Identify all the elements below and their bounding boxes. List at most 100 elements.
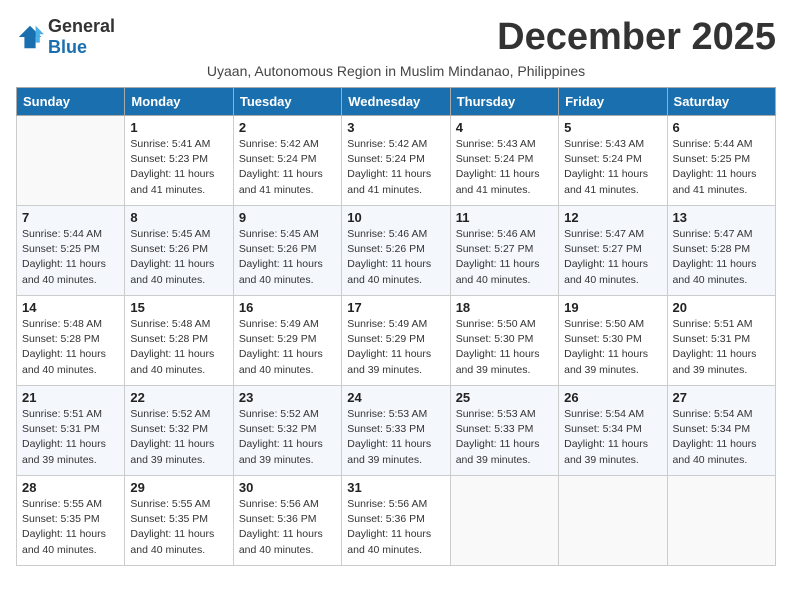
calendar-cell: 1 Sunrise: 5:41 AMSunset: 5:23 PMDaylight…	[125, 116, 233, 206]
calendar-week-4: 21 Sunrise: 5:51 AMSunset: 5:31 PMDayligh…	[17, 386, 776, 476]
day-number: 25	[456, 390, 553, 405]
day-info: Sunrise: 5:55 AMSunset: 5:35 PMDaylight:…	[130, 497, 227, 558]
day-info: Sunrise: 5:52 AMSunset: 5:32 PMDaylight:…	[239, 407, 336, 468]
calendar-cell: 3 Sunrise: 5:42 AMSunset: 5:24 PMDaylight…	[342, 116, 450, 206]
day-info: Sunrise: 5:41 AMSunset: 5:23 PMDaylight:…	[130, 137, 227, 198]
day-number: 27	[673, 390, 770, 405]
logo-general: General	[48, 16, 115, 36]
calendar-week-5: 28 Sunrise: 5:55 AMSunset: 5:35 PMDayligh…	[17, 476, 776, 566]
day-number: 17	[347, 300, 444, 315]
calendar-cell: 19Sunrise: 5:50 AMSunset: 5:30 PMDayligh…	[559, 296, 667, 386]
calendar-cell: 21 Sunrise: 5:51 AMSunset: 5:31 PMDayligh…	[17, 386, 125, 476]
calendar-cell: 4Sunrise: 5:43 AMSunset: 5:24 PMDaylight…	[450, 116, 558, 206]
calendar-cell: 26 Sunrise: 5:54 AMSunset: 5:34 PMDayligh…	[559, 386, 667, 476]
day-info: Sunrise: 5:42 AMSunset: 5:24 PMDaylight:…	[239, 137, 336, 198]
header-saturday: Saturday	[667, 88, 775, 116]
calendar-cell: 28 Sunrise: 5:55 AMSunset: 5:35 PMDayligh…	[17, 476, 125, 566]
day-number: 13	[673, 210, 770, 225]
day-info: Sunrise: 5:47 AMSunset: 5:27 PMDaylight:…	[564, 227, 661, 288]
day-info: Sunrise: 5:56 AMSunset: 5:36 PMDaylight:…	[347, 497, 444, 558]
day-number: 1	[130, 120, 227, 135]
day-info: Sunrise: 5:49 AMSunset: 5:29 PMDaylight:…	[347, 317, 444, 378]
day-number: 30	[239, 480, 336, 495]
day-info: Sunrise: 5:44 AMSunset: 5:25 PMDaylight:…	[673, 137, 770, 198]
calendar-cell: 30 Sunrise: 5:56 AMSunset: 5:36 PMDayligh…	[233, 476, 341, 566]
day-number: 21	[22, 390, 119, 405]
day-number: 2	[239, 120, 336, 135]
day-number: 31	[347, 480, 444, 495]
header-thursday: Thursday	[450, 88, 558, 116]
day-number: 5	[564, 120, 661, 135]
day-number: 18	[456, 300, 553, 315]
calendar-cell: 12Sunrise: 5:47 AMSunset: 5:27 PMDayligh…	[559, 206, 667, 296]
day-info: Sunrise: 5:51 AMSunset: 5:31 PMDaylight:…	[673, 317, 770, 378]
calendar-cell: 2 Sunrise: 5:42 AMSunset: 5:24 PMDaylight…	[233, 116, 341, 206]
calendar-cell: 20 Sunrise: 5:51 AMSunset: 5:31 PMDayligh…	[667, 296, 775, 386]
day-info: Sunrise: 5:54 AMSunset: 5:34 PMDaylight:…	[673, 407, 770, 468]
calendar-cell	[667, 476, 775, 566]
day-info: Sunrise: 5:43 AMSunset: 5:24 PMDaylight:…	[564, 137, 661, 198]
day-info: Sunrise: 5:45 AMSunset: 5:26 PMDaylight:…	[239, 227, 336, 288]
day-number: 26	[564, 390, 661, 405]
header-wednesday: Wednesday	[342, 88, 450, 116]
header-monday: Monday	[125, 88, 233, 116]
logo: General Blue	[16, 16, 115, 58]
calendar-cell: 13Sunrise: 5:47 AMSunset: 5:28 PMDayligh…	[667, 206, 775, 296]
day-info: Sunrise: 5:46 AMSunset: 5:26 PMDaylight:…	[347, 227, 444, 288]
day-number: 20	[673, 300, 770, 315]
day-info: Sunrise: 5:53 AMSunset: 5:33 PMDaylight:…	[347, 407, 444, 468]
calendar-cell: 29 Sunrise: 5:55 AMSunset: 5:35 PMDayligh…	[125, 476, 233, 566]
day-number: 24	[347, 390, 444, 405]
day-info: Sunrise: 5:49 AMSunset: 5:29 PMDaylight:…	[239, 317, 336, 378]
day-number: 3	[347, 120, 444, 135]
day-info: Sunrise: 5:51 AMSunset: 5:31 PMDaylight:…	[22, 407, 119, 468]
calendar-cell	[17, 116, 125, 206]
calendar-cell: 6 Sunrise: 5:44 AMSunset: 5:25 PMDaylight…	[667, 116, 775, 206]
subtitle: Uyaan, Autonomous Region in Muslim Minda…	[16, 63, 776, 79]
day-info: Sunrise: 5:48 AMSunset: 5:28 PMDaylight:…	[22, 317, 119, 378]
day-info: Sunrise: 5:44 AMSunset: 5:25 PMDaylight:…	[22, 227, 119, 288]
calendar-cell: 25 Sunrise: 5:53 AMSunset: 5:33 PMDayligh…	[450, 386, 558, 476]
day-info: Sunrise: 5:52 AMSunset: 5:32 PMDaylight:…	[130, 407, 227, 468]
calendar-cell	[559, 476, 667, 566]
calendar-cell: 7Sunrise: 5:44 AMSunset: 5:25 PMDaylight…	[17, 206, 125, 296]
day-number: 14	[22, 300, 119, 315]
day-number: 29	[130, 480, 227, 495]
calendar-cell: 17 Sunrise: 5:49 AMSunset: 5:29 PMDayligh…	[342, 296, 450, 386]
day-info: Sunrise: 5:42 AMSunset: 5:24 PMDaylight:…	[347, 137, 444, 198]
calendar-week-1: 1 Sunrise: 5:41 AMSunset: 5:23 PMDaylight…	[17, 116, 776, 206]
day-info: Sunrise: 5:50 AMSunset: 5:30 PMDaylight:…	[564, 317, 661, 378]
day-info: Sunrise: 5:55 AMSunset: 5:35 PMDaylight:…	[22, 497, 119, 558]
header-sunday: Sunday	[17, 88, 125, 116]
header-tuesday: Tuesday	[233, 88, 341, 116]
calendar-cell: 24 Sunrise: 5:53 AMSunset: 5:33 PMDayligh…	[342, 386, 450, 476]
calendar-cell: 18 Sunrise: 5:50 AMSunset: 5:30 PMDayligh…	[450, 296, 558, 386]
day-info: Sunrise: 5:56 AMSunset: 5:36 PMDaylight:…	[239, 497, 336, 558]
calendar-cell: 9Sunrise: 5:45 AMSunset: 5:26 PMDaylight…	[233, 206, 341, 296]
calendar-week-2: 7Sunrise: 5:44 AMSunset: 5:25 PMDaylight…	[17, 206, 776, 296]
day-number: 8	[130, 210, 227, 225]
calendar-cell: 27 Sunrise: 5:54 AMSunset: 5:34 PMDayligh…	[667, 386, 775, 476]
day-number: 11	[456, 210, 553, 225]
day-number: 16	[239, 300, 336, 315]
day-number: 6	[673, 120, 770, 135]
day-number: 4	[456, 120, 553, 135]
day-info: Sunrise: 5:48 AMSunset: 5:28 PMDaylight:…	[130, 317, 227, 378]
day-number: 23	[239, 390, 336, 405]
calendar-week-3: 14 Sunrise: 5:48 AMSunset: 5:28 PMDayligh…	[17, 296, 776, 386]
logo-text: General Blue	[48, 16, 115, 58]
day-info: Sunrise: 5:53 AMSunset: 5:33 PMDaylight:…	[456, 407, 553, 468]
day-number: 28	[22, 480, 119, 495]
logo-blue: Blue	[48, 37, 87, 57]
calendar-cell: 5 Sunrise: 5:43 AMSunset: 5:24 PMDaylight…	[559, 116, 667, 206]
calendar-cell: 22Sunrise: 5:52 AMSunset: 5:32 PMDayligh…	[125, 386, 233, 476]
calendar-cell: 23 Sunrise: 5:52 AMSunset: 5:32 PMDayligh…	[233, 386, 341, 476]
day-info: Sunrise: 5:50 AMSunset: 5:30 PMDaylight:…	[456, 317, 553, 378]
header-friday: Friday	[559, 88, 667, 116]
day-info: Sunrise: 5:46 AMSunset: 5:27 PMDaylight:…	[456, 227, 553, 288]
month-title: December 2025	[497, 16, 776, 59]
day-info: Sunrise: 5:54 AMSunset: 5:34 PMDaylight:…	[564, 407, 661, 468]
logo-icon	[16, 23, 44, 51]
calendar-cell	[450, 476, 558, 566]
calendar-cell: 15Sunrise: 5:48 AMSunset: 5:28 PMDayligh…	[125, 296, 233, 386]
